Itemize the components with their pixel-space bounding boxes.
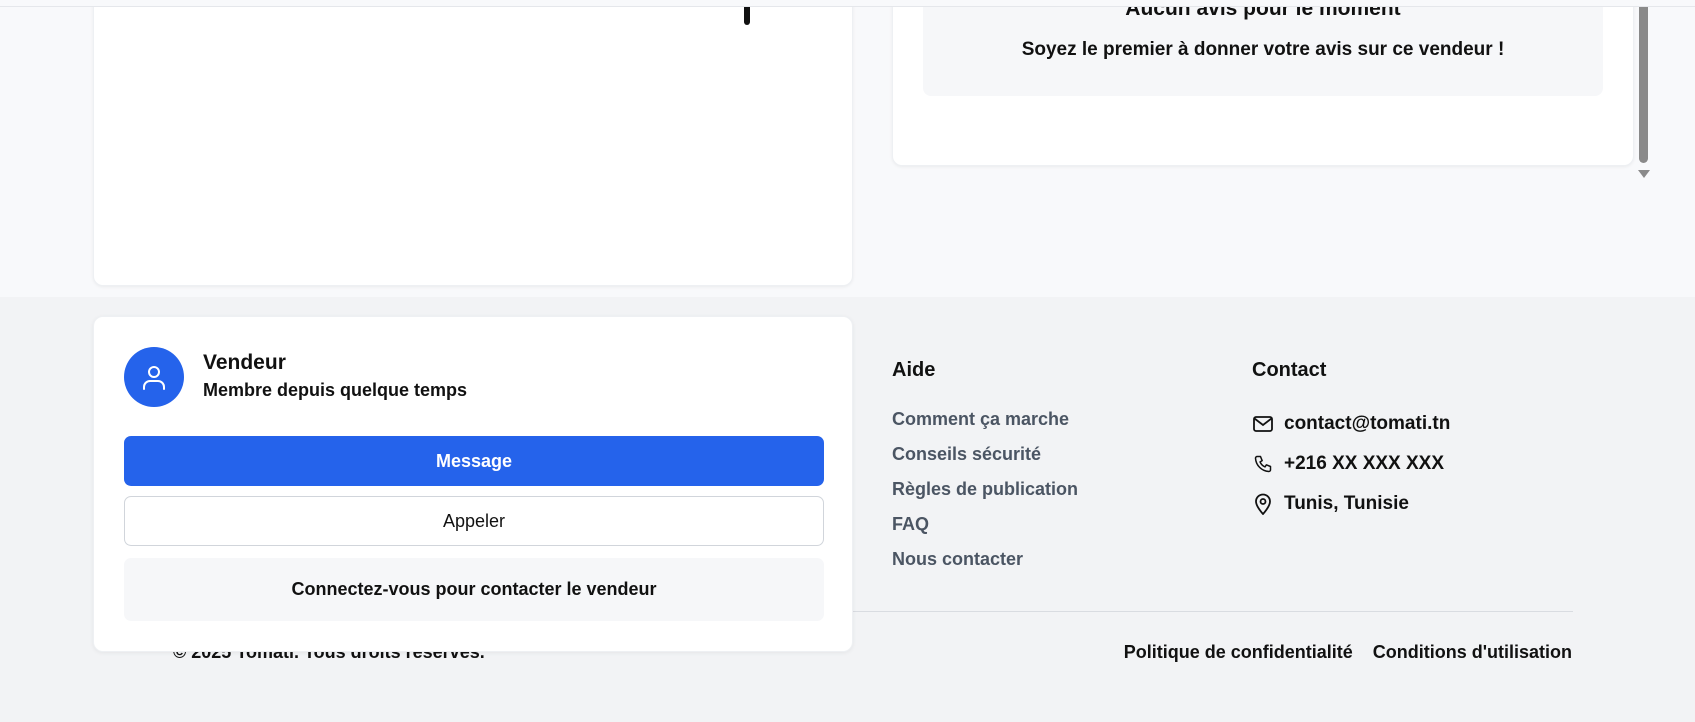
- message-button[interactable]: Message: [124, 436, 824, 486]
- top-edge: [0, 0, 1695, 7]
- terms-of-use-link[interactable]: Conditions d'utilisation: [1373, 642, 1572, 663]
- call-button[interactable]: Appeler: [124, 496, 824, 546]
- footer-help-title: Aide: [892, 359, 936, 381]
- scrollbar-thumb[interactable]: [1639, 0, 1648, 163]
- contact-email-row: contact@tomati.tn: [1252, 404, 1450, 444]
- contact-email[interactable]: contact@tomati.tn: [1284, 413, 1450, 435]
- reviews-empty-state: Aucun avis pour le moment Soyez le premi…: [923, 0, 1603, 96]
- scroll-down-arrow-icon[interactable]: [1638, 170, 1650, 178]
- seller-name: Vendeur: [203, 351, 286, 374]
- contact-location: Tunis, Tunisie: [1284, 493, 1409, 514]
- contact-phone-row: +216 XX XXX XXX: [1252, 444, 1450, 484]
- footer-link-contact-us[interactable]: Nous contacter: [892, 542, 1078, 577]
- reviews-empty-subtitle: Soyez le premier à donner votre avis sur…: [1021, 39, 1505, 60]
- footer-contact-title: Contact: [1252, 359, 1327, 381]
- product-image-card: [93, 0, 853, 286]
- seller-member-since: Membre depuis quelque temps: [203, 380, 468, 400]
- privacy-policy-link[interactable]: Politique de confidentialité: [1124, 642, 1353, 663]
- page-scrollbar[interactable]: [1638, 0, 1650, 186]
- seller-card: Vendeur Membre depuis quelque temps Mess…: [93, 316, 853, 652]
- contact-phone[interactable]: +216 XX XXX XXX: [1284, 453, 1444, 475]
- footer-link-safety-tips[interactable]: Conseils sécurité: [892, 437, 1078, 472]
- footer-link-how-it-works[interactable]: Comment ça marche: [892, 402, 1078, 437]
- avatar: [124, 347, 184, 407]
- footer-divider: [853, 611, 1573, 612]
- footer-contact-column: Contact contact@tomati.tn +216 XX XXX XX…: [1252, 359, 1450, 524]
- mail-icon: [1252, 413, 1274, 435]
- reviews-card: Aucun avis pour le moment Soyez le premi…: [892, 0, 1634, 166]
- footer-help-column: Aide Comment ça marche Conseils sécurité…: [892, 359, 1078, 577]
- footer-link-faq[interactable]: FAQ: [892, 507, 1078, 542]
- user-icon: [143, 366, 165, 390]
- contact-location-row: Tunis, Tunisie: [1252, 484, 1450, 524]
- phone-icon: [1252, 453, 1274, 475]
- login-to-contact-note: Connectez-vous pour contacter le vendeur: [124, 558, 824, 621]
- footer-link-posting-rules[interactable]: Règles de publication: [892, 472, 1078, 507]
- footer-legal-links: Politique de confidentialité Conditions …: [1124, 642, 1572, 663]
- map-pin-icon: [1252, 493, 1274, 515]
